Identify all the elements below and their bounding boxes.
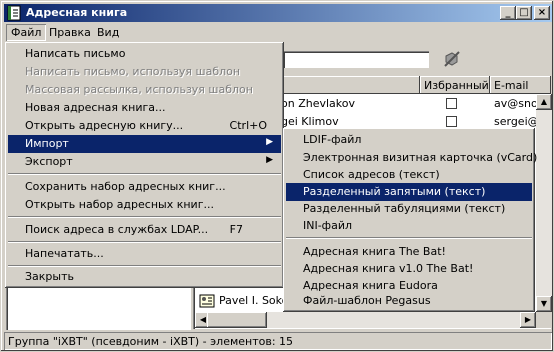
menu-item-label: Импорт [25,137,69,150]
menu-item-label: Экспорт [25,155,73,168]
menu-separator [8,241,281,243]
submenu-arrow-icon: ▶ [266,137,273,147]
menu-item-thebat[interactable]: Адресная книга The Bat! [286,243,532,261]
submenu-arrow-icon: ▶ [266,155,273,165]
menu-item-ldap-search[interactable]: Поиск адреса в службах LDAP... F7 [8,221,281,239]
group-tree[interactable] [6,286,191,330]
window-title: Адресная книга [26,6,128,19]
menu-edit[interactable]: Правка [44,24,96,41]
minimize-button[interactable]: _ [500,6,516,20]
scroll-up-icon[interactable]: ▲ [536,94,552,110]
menu-separator [8,265,281,267]
status-bar: Группа "iXBT" (псевдоним - iXBT) - элеме… [4,332,552,350]
address-book-icon [7,5,21,21]
scroll-thumb[interactable] [207,312,267,328]
menu-item-address-list[interactable]: Список адресов (текст) [286,166,532,184]
menu-item-write-letter[interactable]: Написать письмо [8,45,281,63]
menu-bar: Файл Правка Вид [4,23,552,42]
shortcut-label: F7 [229,223,243,236]
title-bar[interactable]: Адресная книга _ □ × [4,4,552,22]
favorite-checkbox[interactable] [446,98,457,109]
menu-item-label: Открыть адресную книгу... [25,119,184,132]
menu-separator [8,173,281,175]
menu-file[interactable]: Файл [6,24,46,41]
delete-contact-icon[interactable] [441,48,463,70]
menu-separator [286,237,532,239]
menu-item-pegasus[interactable]: Файл-шаблон Pegasus [286,292,532,310]
menu-item-new-book[interactable]: Новая адресная книга... [8,99,281,117]
favorite-checkbox[interactable] [446,116,457,127]
scroll-corner [536,312,552,328]
contact-name[interactable]: gei Klimov [281,115,339,128]
address-book-window: Адресная книга _ □ × Файл Правка Вид Изб… [0,0,554,352]
menu-item-open-book[interactable]: Открыть адресную книгу... Ctrl+O [8,117,281,135]
import-submenu: LDIF-файл Электронная визитная карточка … [283,128,537,312]
menu-item-save-set[interactable]: Сохранить набор адресных книг... [8,178,281,196]
vertical-scrollbar[interactable]: ▲ ▼ [536,94,552,312]
horizontal-scrollbar[interactable]: ◀ ▶ [195,312,536,328]
maximize-button[interactable]: □ [516,6,532,20]
menu-item-export[interactable]: Экспорт ▶ [8,153,281,171]
shortcut-label: Ctrl+O [229,119,267,132]
contact-card-icon [199,294,215,308]
menu-item-mass-mailing: Массовая рассылка, используя шаблон [25,83,253,96]
menu-item-import[interactable]: Импорт ▶ [8,135,281,153]
menu-item-ini[interactable]: INI-файл [286,217,532,235]
menu-view[interactable]: Вид [92,24,124,41]
menu-item-csv[interactable]: Разделенный запятыми (текст) [286,183,532,201]
contact-name[interactable]: Pavel I. Soko [219,294,288,307]
menu-item-tab-separated[interactable]: Разделенный табуляциями (текст) [286,200,532,218]
menu-item-label: Поиск адреса в службах LDAP... [25,223,209,236]
scroll-down-icon[interactable]: ▼ [536,296,552,312]
scroll-right-icon[interactable]: ▶ [520,312,536,328]
menu-item-print[interactable]: Напечатать... [8,245,281,263]
menu-item-close[interactable]: Закрыть [8,268,281,286]
menu-item-vcard[interactable]: Электронная визитная карточка (vCard) [286,149,537,167]
close-button[interactable]: × [534,6,550,20]
menu-item-ldif[interactable]: LDIF-файл [286,131,532,149]
menu-separator [8,216,281,218]
menu-item-write-with-template: Написать письмо, используя шаблон [25,65,241,78]
column-header-favorite[interactable]: Избранный [420,76,490,94]
search-input[interactable] [283,51,429,68]
file-menu: Написать письмо Написать письмо, использ… [5,42,284,288]
menu-item-thebat-v1[interactable]: Адресная книга v1.0 The Bat! [286,260,532,278]
column-header-email[interactable]: E-mail [490,76,551,94]
contact-name[interactable]: on Zhevlakov [281,97,355,110]
menu-item-open-set[interactable]: Открыть набор адресных книг... [8,196,281,214]
